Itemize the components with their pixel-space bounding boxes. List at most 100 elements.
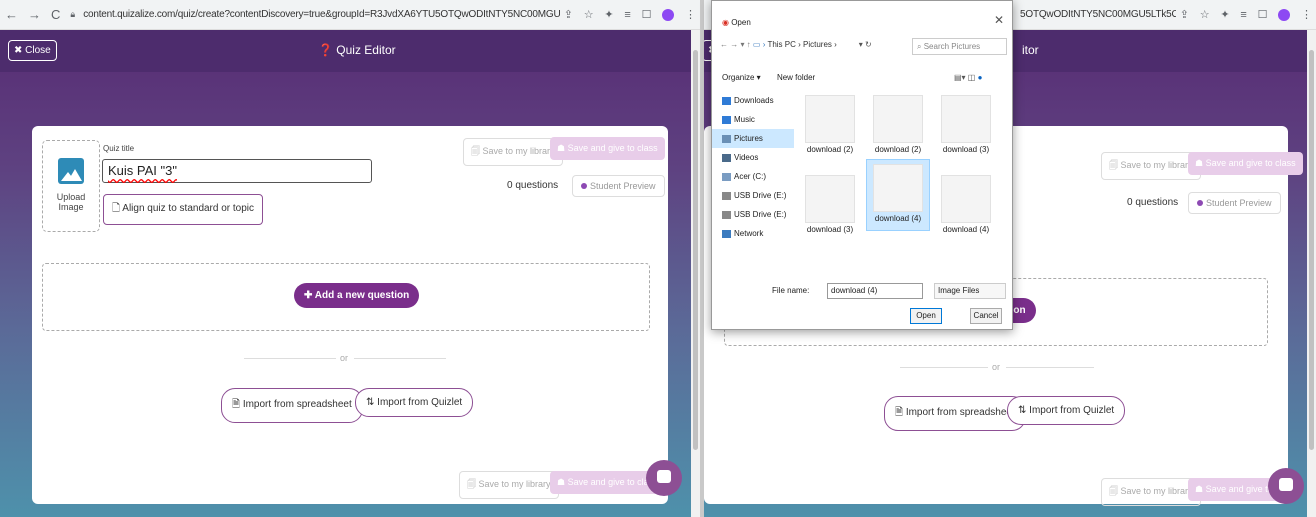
profile-avatar[interactable] <box>1278 9 1291 22</box>
extensions-icon[interactable]: ✦ <box>1220 9 1229 21</box>
nav-item[interactable]: Videos <box>712 148 794 167</box>
document-icon: 🗋 <box>112 203 123 214</box>
nav-item[interactable]: Acer (C:) <box>712 167 794 186</box>
add-question-button[interactable]: ✚ Add a new question <box>294 283 420 308</box>
library-icon: 🗐 <box>1109 486 1121 496</box>
file-item[interactable]: download (4) <box>866 159 930 231</box>
save-library-bottom-right[interactable]: 🗐 Save to my library <box>1101 478 1201 506</box>
view-options-icon[interactable]: ▤▾ ◫ ● <box>954 73 982 82</box>
quiz-title-input[interactable]: Kuis PAI "3" <box>102 159 372 183</box>
cancel-button[interactable]: Cancel <box>970 308 1002 324</box>
scrollbar-right[interactable] <box>1307 30 1316 517</box>
menu-icon[interactable]: ⋮ <box>685 9 696 21</box>
file-item[interactable]: download (2) <box>866 91 930 163</box>
scrollbar-thumb-right[interactable] <box>1309 50 1314 450</box>
library-icon: 🗐 <box>467 479 479 489</box>
dialog-close-icon[interactable]: ✕ <box>994 13 1004 27</box>
file-item[interactable]: download (3) <box>934 91 998 163</box>
or-divider-right-right <box>1006 367 1094 368</box>
save-give-button[interactable]: ☗ Save and give to class <box>550 137 665 160</box>
nav-item[interactable]: Downloads <box>712 91 794 110</box>
nav-item[interactable]: Network <box>712 224 794 243</box>
organize-button[interactable]: Organize ▾ <box>722 73 761 82</box>
dialog-address-bar[interactable]: ← → ▾ ↑ ▭ › This PC › Pictures › ▾ ↻ <box>720 40 900 49</box>
refresh-icon[interactable]: ▾ ↻ <box>859 40 872 49</box>
or-divider-left-right <box>900 367 988 368</box>
save-library-button-bottom[interactable]: 🗐 Save to my library <box>459 471 559 499</box>
quiz-logo-icon: ❓ <box>318 43 337 57</box>
chat-bubble-icon-right[interactable] <box>1268 468 1304 504</box>
save-give-button-right[interactable]: ☗ Save and give to class <box>1188 152 1303 175</box>
save-give-button-bottom[interactable]: ☗ Save and give to clas <box>550 471 661 494</box>
class-icon: ☗ <box>1195 158 1206 168</box>
toolbar-icons-right: ⇪ ☆ ✦ ≡ ☐ ⋮ <box>1176 8 1316 22</box>
align-quiz-button[interactable]: 🗋 Align quiz to standard or topic <box>103 194 264 225</box>
import-spreadsheet-button-right[interactable]: 🗎 Import from spreadsheet <box>884 396 1026 431</box>
nav-item[interactable]: USB Drive (E:) <box>712 205 794 224</box>
star-icon[interactable]: ☆ <box>1200 9 1210 21</box>
chat-bubble-icon[interactable] <box>646 460 682 496</box>
open-button[interactable]: Open <box>910 308 942 324</box>
nav-item[interactable]: USB Drive (E:) <box>712 186 794 205</box>
address-bar-right[interactable]: 5OTQwODItNTY5NC00MGU5LTk5OWItMWVlOGYxNWQ… <box>1017 9 1176 20</box>
videos-icon <box>722 153 731 162</box>
extensions-icon[interactable]: ✦ <box>604 9 613 21</box>
music-icon <box>722 115 731 124</box>
address-bar[interactable]: content.quizalize.com/quiz/create?conten… <box>80 9 560 20</box>
new-folder-button[interactable]: New folder <box>777 73 815 82</box>
dialog-search-input[interactable]: ⌕ Search Pictures <box>912 38 1007 55</box>
playlist-icon[interactable]: ≡ <box>1240 9 1246 21</box>
window-icon[interactable]: ☐ <box>1258 9 1268 21</box>
library-icon: 🗐 <box>471 146 483 156</box>
file-thumbnail-icon <box>873 164 923 212</box>
scrollbar-thumb[interactable] <box>693 50 698 450</box>
chrome-icon: ◉ <box>722 18 732 27</box>
nav-item-label: Videos <box>734 153 759 162</box>
nav-item[interactable]: Pictures <box>712 129 794 148</box>
window-icon[interactable]: ☐ <box>642 9 652 21</box>
pictures-icon <box>722 134 731 143</box>
nav-item[interactable]: Music <box>712 110 794 129</box>
upload-image-button[interactable]: Upload Image <box>42 140 100 232</box>
save-library-button-right[interactable]: 🗐 Save to my library <box>1101 152 1201 180</box>
file-name: download (4) <box>942 225 990 234</box>
back-icon[interactable]: ← <box>5 7 18 22</box>
save-library-button[interactable]: 🗐 Save to my library <box>463 138 563 166</box>
eye-icon <box>581 183 587 189</box>
student-preview-right[interactable]: Student Preview <box>1188 192 1281 214</box>
file-name-label: File name: <box>772 286 810 295</box>
menu-icon[interactable]: ⋮ <box>1301 9 1312 21</box>
profile-avatar[interactable] <box>662 9 675 22</box>
dialog-toolbar: Organize ▾ New folder ▤▾ ◫ ● <box>722 73 982 82</box>
quizlet-icon: ⇅ <box>1018 405 1030 416</box>
dialog-title: ◉ Open <box>722 18 751 27</box>
quiz-card: Upload Image Quiz title Kuis PAI "3" 🗋 A… <box>32 126 668 504</box>
file-type-select[interactable]: Image Files <box>934 283 1006 299</box>
import-quizlet-button[interactable]: ⇅ Import from Quizlet <box>355 388 474 417</box>
reload-icon[interactable]: C <box>51 7 60 22</box>
file-thumbnail-icon <box>873 95 923 143</box>
star-icon[interactable]: ☆ <box>584 9 594 21</box>
spreadsheet-icon: 🗎 <box>895 407 906 418</box>
import-quizlet-button-right[interactable]: ⇅ Import from Quizlet <box>1007 396 1126 425</box>
import-spreadsheet-button[interactable]: 🗎 Import from spreadsheet <box>221 388 363 423</box>
scrollbar[interactable] <box>691 30 700 517</box>
nav-arrows-icon[interactable]: ← → ▾ ↑ <box>720 40 753 49</box>
file-item[interactable]: download (4) <box>934 171 998 243</box>
image-icon <box>58 158 84 184</box>
close-button[interactable]: ✖ Close <box>8 40 57 61</box>
student-preview-button[interactable]: Student Preview <box>572 175 665 197</box>
forward-icon[interactable]: → <box>28 7 41 22</box>
nav-item-label: Downloads <box>734 96 774 105</box>
dialog-nav-pane: Downloads Music Pictures Videos Acer (C:) USB… <box>712 91 794 267</box>
share-icon[interactable]: ⇪ <box>564 9 573 21</box>
share-icon[interactable]: ⇪ <box>1180 9 1189 21</box>
file-item[interactable]: download (3) <box>798 171 862 243</box>
file-item[interactable]: download (2) <box>798 91 862 163</box>
file-name-input[interactable]: download (4) <box>827 283 923 299</box>
file-name: download (2) <box>806 145 854 154</box>
quizlet-icon: ⇅ <box>366 397 378 408</box>
playlist-icon[interactable]: ≡ <box>624 9 630 21</box>
dialog-file-grid: download (2) download (2) download (3) down… <box>798 91 1003 267</box>
network-icon <box>722 229 731 238</box>
